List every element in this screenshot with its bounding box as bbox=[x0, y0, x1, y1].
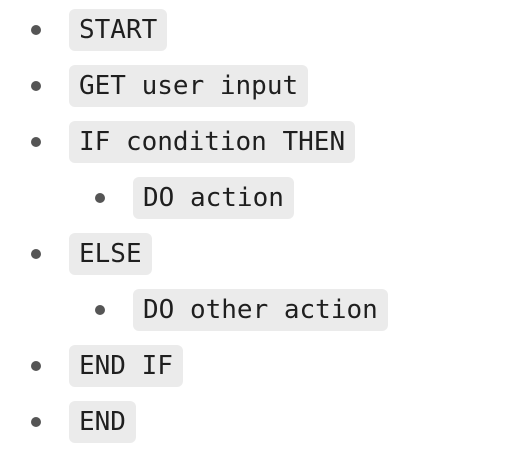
code-snippet: IF condition THEN bbox=[69, 121, 356, 163]
bullet-icon bbox=[95, 305, 105, 315]
code-snippet: ELSE bbox=[69, 233, 152, 275]
bullet-icon bbox=[31, 249, 41, 259]
bullet-icon bbox=[31, 81, 41, 91]
bullet-icon bbox=[31, 361, 41, 371]
code-snippet: DO action bbox=[133, 177, 294, 219]
bullet-icon bbox=[31, 25, 41, 35]
code-snippet: END IF bbox=[69, 345, 183, 387]
code-snippet: END bbox=[69, 401, 136, 443]
code-snippet: DO other action bbox=[133, 289, 388, 331]
bullet-icon bbox=[31, 417, 41, 427]
bullet-icon bbox=[31, 137, 41, 147]
pseudocode-list: START GET user input IF condition THEN D… bbox=[0, 0, 520, 460]
bullet-icon bbox=[95, 193, 105, 203]
code-snippet: START bbox=[69, 9, 168, 51]
code-snippet: GET user input bbox=[69, 65, 309, 107]
